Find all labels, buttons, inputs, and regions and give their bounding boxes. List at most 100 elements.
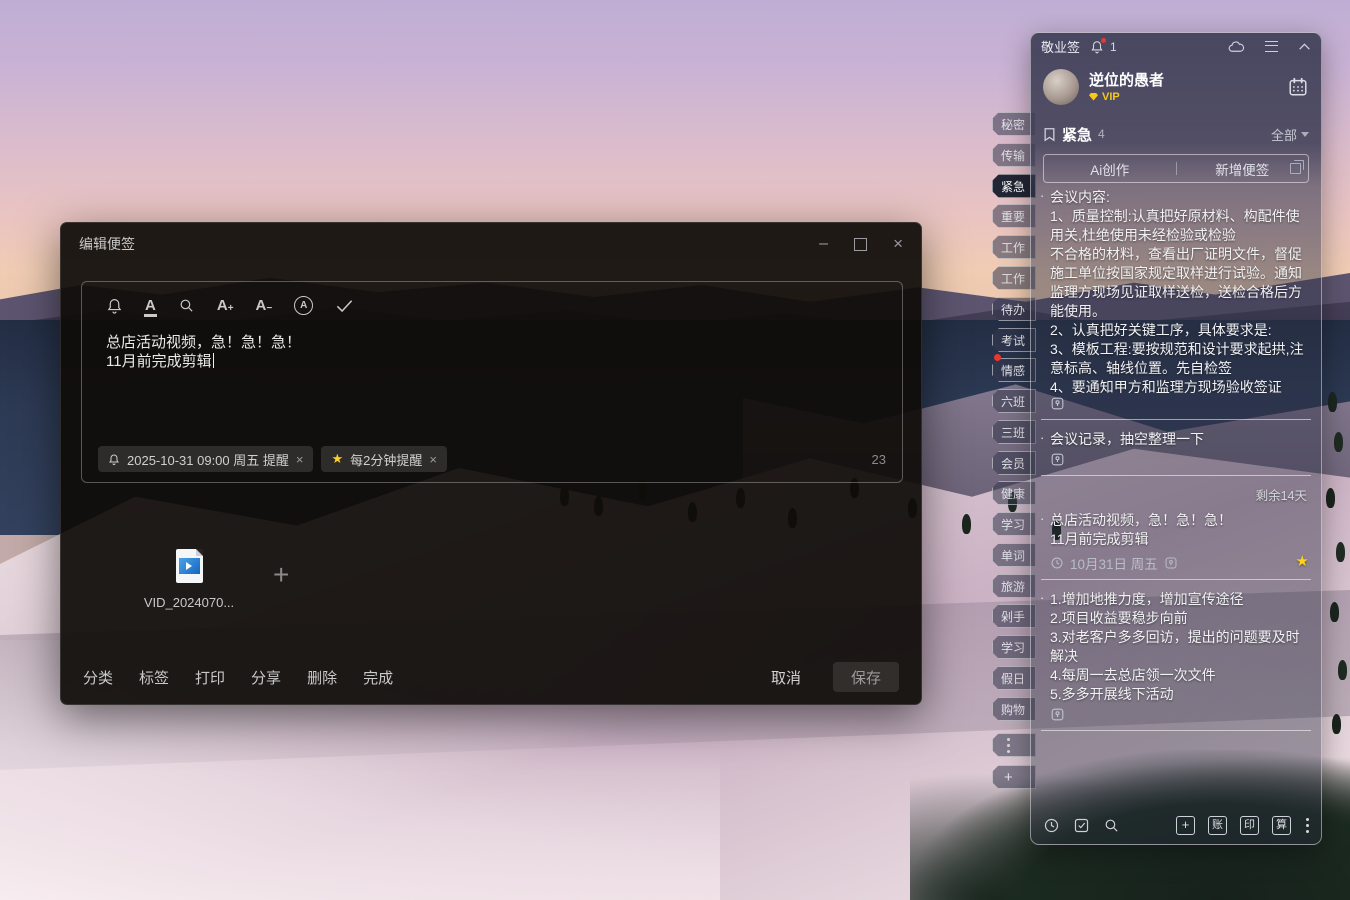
footer-more-icon[interactable] [1306,824,1309,827]
side-tab-label: 秘密 [1001,116,1025,133]
editor-toolbar: A A+ A− A [82,282,902,315]
font-increase-icon[interactable]: A+ [217,298,234,313]
classify-button[interactable]: 分类 [83,667,113,688]
star-icon: ★ [331,451,343,467]
wallpaper-trees-edge [1328,392,1337,412]
side-tab-label: 工作 [1001,270,1025,287]
menu-icon[interactable] [1265,41,1278,52]
note-item-selected[interactable]: · 总店活动视频，急！急！急！ 11月前完成剪辑 10月31日 周五 ★ [1031,504,1321,576]
side-tab-label: 六班 [1001,393,1025,410]
user-row: 逆位的愚者 VIP [1031,60,1321,112]
side-tab-label: 假日 [1001,670,1025,687]
reminder-bell-icon[interactable] [106,297,123,315]
note-editor[interactable]: A A+ A− A 总店活动视频，急！急！急！ 11月前完成剪辑 [81,281,903,483]
note-item[interactable]: · 1.增加地推力度，增加宣传途径 2.项目收益要稳步向前 3.对老客户多多回访… [1031,583,1321,727]
side-tab-label: 旅游 [1001,578,1025,595]
panel-titlebar: 敬业签 1 [1031,33,1321,60]
side-tab-label: 学习 [1001,516,1025,533]
app-title: 敬业签 [1041,37,1080,56]
maximize-button[interactable] [854,238,867,251]
notification-count: 1 [1110,40,1117,54]
filter-dropdown[interactable]: 全部 [1271,125,1309,144]
lock-icon [1050,396,1309,412]
note-text: 总店活动视频，急！急！急！ 11月前完成剪辑 [1050,511,1309,549]
side-tab-label: 会员 [1001,455,1025,472]
play-icon [186,562,192,570]
delete-button[interactable]: 删除 [307,667,337,688]
repeat-reminder-tag[interactable]: ★ 每2分钟提醒 × [321,446,446,472]
category-name: 紧急 [1062,124,1092,145]
add-attachment-button[interactable]: + [273,563,289,587]
note-bullet: · [1040,430,1044,445]
ai-create-button[interactable]: Ai创作 [1044,159,1176,179]
search-icon[interactable] [178,297,195,314]
calendar-icon[interactable] [1287,76,1309,98]
note-divider [1041,579,1311,580]
side-tab-label: 待办 [1001,301,1025,318]
remove-reminder-icon[interactable]: × [296,452,304,467]
cloud-sync-icon[interactable] [1228,40,1245,54]
side-tab-label: 考试 [1001,332,1025,349]
print-button[interactable]: 打印 [195,667,225,688]
remove-repeat-icon[interactable]: × [429,452,437,467]
todo-check-icon[interactable] [1073,817,1090,834]
note-item[interactable]: · 会议记录，抽空整理一下 [1031,423,1321,472]
vip-gem-icon [1089,93,1098,101]
note-divider [1041,730,1311,731]
username: 逆位的愚者 [1089,72,1287,89]
search-icon[interactable] [1103,817,1120,834]
ledger-tool-button[interactable]: 账 [1208,816,1227,835]
dialog-title: 编辑便签 [79,234,135,254]
lock-icon [1050,452,1309,468]
video-file-icon [176,549,203,583]
content-line-1: 总店活动视频，急！急！急！ [106,333,878,352]
note-divider [1041,475,1311,476]
reminder-tag[interactable]: 2025-10-31 09:00 周五 提醒 × [98,446,313,472]
text-cursor [213,353,215,368]
note-text: 1.增加地推力度，增加宣传途径 2.项目收益要稳步向前 3.对老客户多多回访，提… [1050,590,1309,704]
close-button[interactable]: × [893,234,903,254]
attachment-item[interactable]: VID_2024070... [119,549,259,610]
save-button[interactable]: 保存 [833,662,899,692]
side-tab-label: 工作 [1001,239,1025,256]
avatar[interactable] [1043,69,1079,105]
label-button[interactable]: 标签 [139,667,169,688]
cancel-button[interactable]: 取消 [771,667,801,688]
note-reminder-row: 10月31日 周五 [1050,554,1309,572]
add-tool-button[interactable]: + [1176,816,1195,835]
complete-button[interactable]: 完成 [363,667,393,688]
note-content-textarea[interactable]: 总店活动视频，急！急！急！ 11月前完成剪辑 [82,315,902,371]
side-tab-label: 剁手 [1001,608,1025,625]
print-tool-button[interactable]: 印 [1240,816,1259,835]
edit-note-dialog: 编辑便签 – × A A+ A− A [60,222,922,705]
notes-list: · 会议内容: 1、质量控制:认真把好原材料、构配件使用关,杜绝使用未经检验或检… [1031,181,1321,734]
note-bullet: · [1040,511,1044,526]
note-divider [1041,419,1311,420]
tags-row: 2025-10-31 09:00 周五 提醒 × ★ 每2分钟提醒 × 23 [98,446,886,472]
vip-badge: VIP [1089,91,1287,103]
note-text: 会议记录，抽空整理一下 [1050,430,1309,449]
note-bullet: · [1040,590,1044,605]
minimize-button[interactable]: – [819,239,828,249]
todo-check-icon[interactable] [335,298,354,313]
side-tab-label: 购物 [1001,701,1025,718]
font-decrease-icon[interactable]: A− [256,298,273,313]
new-note-button[interactable]: 新增便签 [1177,159,1309,179]
side-tab-label: 三班 [1001,424,1025,441]
notification-bell-icon[interactable] [1090,40,1104,54]
collapse-icon[interactable] [1298,42,1311,51]
text-extract-icon[interactable]: A [294,296,313,315]
side-tab-label: 情感 [1001,362,1025,379]
multi-window-icon[interactable] [1290,163,1301,174]
side-tab-label: 重要 [1001,208,1025,225]
time-record-icon[interactable] [1043,817,1060,834]
calc-tool-button[interactable]: 算 [1272,816,1291,835]
bell-icon [108,453,120,466]
note-item[interactable]: · 会议内容: 1、质量控制:认真把好原材料、构配件使用关,杜绝使用未经检验或检… [1031,181,1321,416]
days-remaining: 剩余14天 [1031,479,1321,504]
share-button[interactable]: 分享 [251,667,281,688]
content-line-2: 11月前完成剪辑 [106,353,212,370]
clock-icon [1050,556,1064,570]
star-icon[interactable]: ★ [1296,552,1309,570]
font-color-icon[interactable]: A [145,299,156,313]
